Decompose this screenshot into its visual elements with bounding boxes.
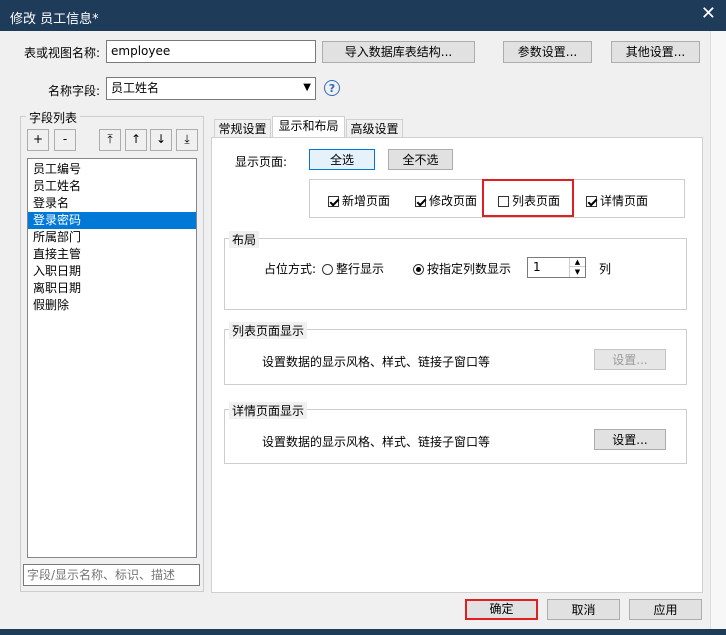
remove-field-button[interactable]: - xyxy=(54,129,76,151)
radio-selected-icon xyxy=(413,264,424,275)
radio-unselected-icon xyxy=(322,264,333,275)
table-name-input[interactable]: employee xyxy=(106,40,316,63)
display-pages-label: 显示页面: xyxy=(235,155,288,169)
name-field-select[interactable]: 员工姓名 ▼ xyxy=(106,77,316,100)
radio-by-columns[interactable]: 按指定列数显示 xyxy=(413,260,511,277)
list-item-selected[interactable]: 登录密码 xyxy=(28,212,196,229)
move-bottom-icon[interactable]: ⤓ xyxy=(176,129,198,151)
field-list[interactable]: 员工编号 员工姓名 登录名 登录密码 所属部门 直接主管 入职日期 离职日期 假… xyxy=(27,158,197,558)
list-display-desc: 设置数据的显示风格、样式、链接子窗口等 xyxy=(262,355,491,369)
chevron-down-icon: ▼ xyxy=(303,82,311,93)
select-all-button[interactable]: 全选 xyxy=(309,149,375,170)
tab-display-layout[interactable]: 显示和布局 xyxy=(272,116,345,138)
checkbox-checked-icon xyxy=(586,196,597,207)
select-none-button[interactable]: 全不选 xyxy=(388,149,453,170)
tab-general[interactable]: 常规设置 xyxy=(214,119,271,138)
checkbox-add-page[interactable]: 新增页面 xyxy=(328,192,390,209)
highlight-box xyxy=(482,179,574,217)
params-settings-button[interactable]: 参数设置... xyxy=(503,41,592,63)
list-item[interactable]: 离职日期 xyxy=(28,280,196,297)
bottom-edge xyxy=(0,629,726,635)
position-label: 占位方式: xyxy=(264,262,317,276)
apply-button[interactable]: 应用 xyxy=(629,599,702,620)
ok-button[interactable]: 确定 xyxy=(465,599,538,620)
list-item[interactable]: 员工姓名 xyxy=(28,178,196,195)
detail-settings-button[interactable]: 设置... xyxy=(594,429,666,450)
cancel-button[interactable]: 取消 xyxy=(547,599,620,620)
add-field-button[interactable]: + xyxy=(27,129,49,151)
name-field-value: 员工姓名 xyxy=(111,81,160,95)
import-structure-button[interactable]: 导入数据库表结构... xyxy=(322,41,475,63)
list-item[interactable]: 员工编号 xyxy=(28,161,196,178)
checkbox-checked-icon xyxy=(328,196,339,207)
background-window-edge xyxy=(710,31,726,635)
detail-display-legend: 详情页面显示 xyxy=(229,402,308,419)
list-item[interactable]: 登录名 xyxy=(28,195,196,212)
move-top-icon[interactable]: ⤒ xyxy=(99,129,121,151)
columns-value: 1 xyxy=(533,260,541,274)
move-down-icon[interactable]: ↓ xyxy=(150,129,172,151)
move-up-icon[interactable]: ↑ xyxy=(125,129,147,151)
field-search-input[interactable] xyxy=(23,564,200,586)
checkbox-edit-page[interactable]: 修改页面 xyxy=(415,192,477,209)
layout-legend: 布局 xyxy=(229,231,260,248)
close-icon[interactable]: ✕ xyxy=(701,4,716,24)
fields-panel-title: 字段列表 xyxy=(26,109,81,126)
columns-stepper[interactable]: 1 ▲ ▼ xyxy=(527,257,586,278)
tab-advanced[interactable]: 高级设置 xyxy=(346,119,403,138)
help-icon[interactable]: ? xyxy=(324,80,340,96)
title-bar[interactable]: 修改 员工信息* ✕ xyxy=(0,0,726,31)
list-item[interactable]: 假删除 xyxy=(28,297,196,314)
list-item[interactable]: 入职日期 xyxy=(28,263,196,280)
detail-display-desc: 设置数据的显示风格、样式、链接子窗口等 xyxy=(262,435,491,449)
list-item[interactable]: 所属部门 xyxy=(28,229,196,246)
stepper-up-icon[interactable]: ▲ xyxy=(569,258,585,267)
checkbox-checked-icon xyxy=(415,196,426,207)
radio-full-row[interactable]: 整行显示 xyxy=(322,260,384,277)
columns-unit: 列 xyxy=(599,262,612,276)
stepper-down-icon[interactable]: ▼ xyxy=(569,267,585,277)
list-display-legend: 列表页面显示 xyxy=(229,322,308,339)
other-settings-button[interactable]: 其他设置... xyxy=(611,41,700,63)
checkbox-detail-page[interactable]: 详情页面 xyxy=(586,192,648,209)
table-name-label: 表或视图名称: xyxy=(24,46,101,60)
name-field-label: 名称字段: xyxy=(48,84,101,98)
list-settings-button[interactable]: 设置... xyxy=(594,349,666,370)
list-item[interactable]: 直接主管 xyxy=(28,246,196,263)
window-title: 修改 员工信息* xyxy=(10,12,99,27)
